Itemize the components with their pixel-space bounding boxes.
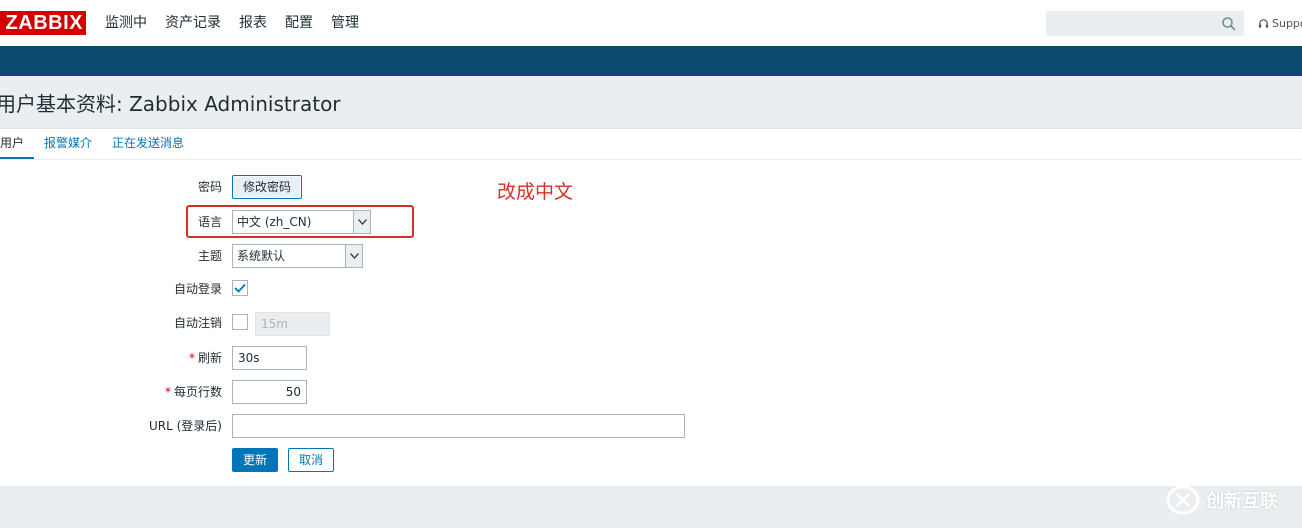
refresh-label-text: 刷新 [197,351,222,365]
search-icon[interactable] [1221,16,1237,32]
refresh-input[interactable]: 30s [232,346,307,370]
page-header: 用户基本资料: Zabbix Administrator [0,76,1302,128]
autologout-label: 自动注销 [173,316,222,330]
change-password-button[interactable]: 修改密码 [232,175,303,199]
required-mark: * [188,351,195,365]
menu-monitoring[interactable]: 监测中 [96,0,156,46]
update-button[interactable]: 更新 [232,448,279,472]
annotation-text: 改成中文 [497,181,574,203]
tab-user[interactable]: 用户 [0,129,35,159]
main-menu: 监测中 资产记录 报表 配置 管理 [96,0,368,46]
refresh-label: * 刷新 [189,345,222,371]
rows-per-page-input[interactable]: 50 [232,380,307,404]
rows-per-page-label-text: 每页行数 [173,385,222,399]
autologout-input[interactable]: 15m [255,312,330,336]
refresh-row: * 刷新 30s [0,345,700,371]
menu-configuration[interactable]: 配置 [276,0,322,46]
language-highlight-box [186,205,414,238]
autologout-checkbox[interactable] [232,314,248,330]
page-title: 用户基本资料: Zabbix Administrator [0,92,341,116]
url-input[interactable] [232,414,685,438]
user-profile-panel: 用户 报警媒介 正在发送消息 密码 修改密码 语言 中文 (zh_CN) 主题 … [0,128,1302,486]
secondary-nav-bar [0,46,1302,76]
headset-icon [1258,19,1269,28]
watermark-logo-icon [1166,485,1200,515]
password-row: 密码 修改密码 [0,174,700,200]
chevron-down-icon[interactable] [345,245,362,267]
top-header: ZABBIX 监测中 资产记录 报表 配置 管理 Support [0,0,1302,46]
tab-bar: 用户 报警媒介 正在发送消息 [0,129,1302,160]
required-mark: * [164,385,171,399]
support-label: Support [1272,17,1302,30]
zabbix-logo[interactable]: ZABBIX [0,11,86,35]
theme-select[interactable]: 系统默认 [232,244,363,268]
password-label: 密码 [197,180,222,194]
cancel-button[interactable]: 取消 [288,448,335,472]
autologin-checkbox[interactable] [232,280,248,296]
checkmark-icon [234,283,246,293]
menu-inventory[interactable]: 资产记录 [156,0,230,46]
watermark-text: 创新互联 [1206,491,1278,512]
support-link[interactable]: Support [1258,11,1302,36]
rows-per-page-row: * 每页行数 50 [0,379,700,405]
theme-value: 系统默认 [237,249,286,263]
tab-media[interactable]: 报警媒介 [34,129,102,159]
autologin-row: 自动登录 [0,276,700,302]
autologout-row: 自动注销 15m [0,310,700,336]
url-label: URL (登录后) [149,419,222,433]
rows-per-page-label: * 每页行数 [165,379,222,405]
tab-messaging[interactable]: 正在发送消息 [102,129,194,159]
search-input[interactable] [1046,11,1244,36]
url-row: URL (登录后) [0,413,700,439]
watermark: 创新互联 [1166,484,1296,516]
autologin-label: 自动登录 [173,282,222,296]
menu-reports[interactable]: 报表 [230,0,276,46]
theme-label: 主题 [197,249,222,263]
menu-administration[interactable]: 管理 [322,0,368,46]
form-buttons-row: 更新 取消 [0,447,700,473]
theme-row: 主题 系统默认 [0,243,700,269]
